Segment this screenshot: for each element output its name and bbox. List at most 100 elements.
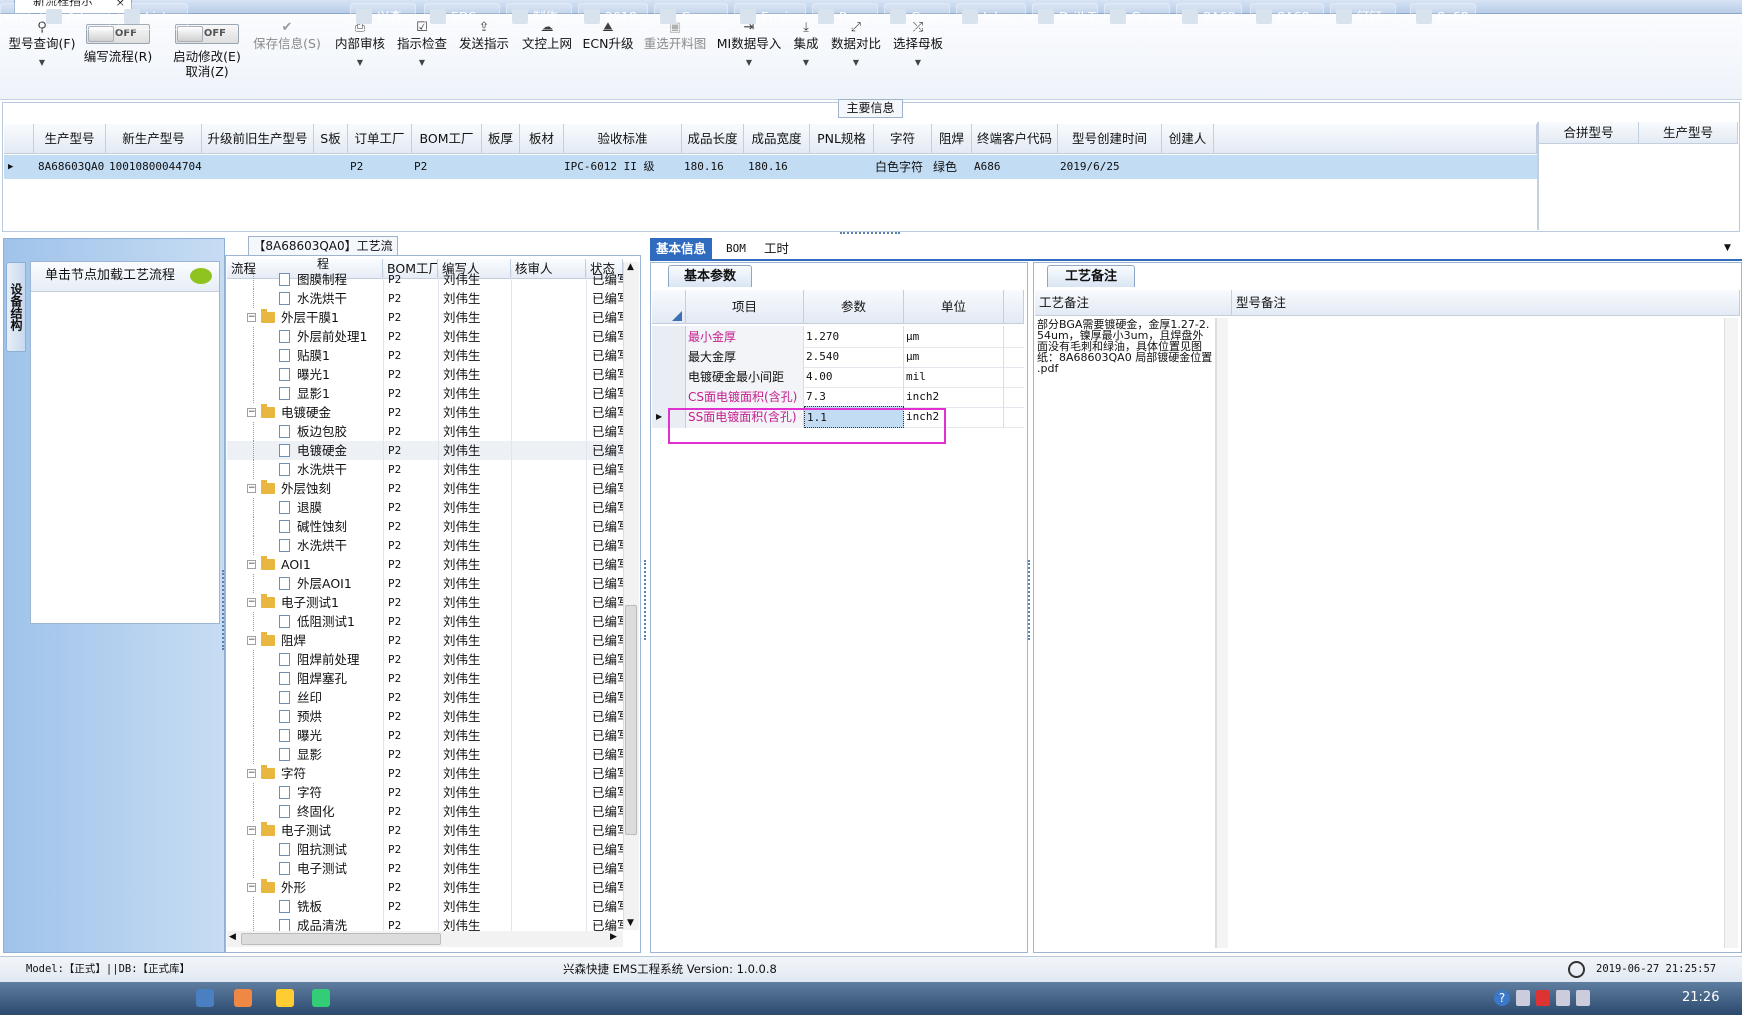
col-header[interactable]: 升级前旧生产型号 — [202, 124, 314, 154]
tree-row[interactable]: − 电子测试1 P2 刘伟生 已编写 — [227, 593, 623, 612]
scroll-left-icon[interactable]: ◀ — [229, 932, 236, 942]
tree-row[interactable]: 外层前处理1 P2 刘伟生 已编写 — [227, 327, 623, 346]
param-value[interactable]: 4.00 — [804, 366, 904, 388]
taskbar-button[interactable]: Drill T... — [1032, 3, 1098, 30]
taskbar-button[interactable]: 2018... — [578, 3, 648, 30]
col-header[interactable]: 验收标准 — [564, 124, 682, 154]
row-header[interactable] — [652, 366, 686, 388]
chevron-down-icon[interactable]: ▼ — [4, 55, 80, 70]
tree-row[interactable]: 丝印 P2 刘伟生 已编写 — [227, 688, 623, 707]
save-info-button[interactable]: ✔ 保存信息(S) — [252, 18, 322, 51]
tree-row[interactable]: 板边包胶 P2 刘伟生 已编写 — [227, 422, 623, 441]
tab-equipment-structure[interactable]: 设备结构 — [6, 262, 26, 352]
collapse-icon[interactable]: − — [247, 769, 256, 778]
collapse-icon[interactable]: − — [247, 636, 256, 645]
tree-row[interactable]: 电镀硬金 P2 刘伟生 已编写 — [227, 441, 623, 460]
tree-row[interactable]: 水洗烘干 P2 刘伟生 已编写 — [227, 460, 623, 479]
vertical-scrollbar[interactable] — [1724, 318, 1738, 948]
tree-row[interactable]: 显影1 P2 刘伟生 已编写 — [227, 384, 623, 403]
tree-row[interactable]: − 外形 P2 刘伟生 已编写 — [227, 878, 623, 897]
quick-launch-icon[interactable] — [276, 989, 294, 1007]
chevron-down-icon[interactable]: ▼ — [828, 55, 884, 70]
tray-icon[interactable] — [1536, 990, 1550, 1006]
scroll-down-icon[interactable]: ▼ — [627, 918, 634, 928]
taskbar-button[interactable]: 8a68... — [1410, 3, 1476, 30]
col-header[interactable]: 板厚 — [482, 124, 520, 154]
tree-row[interactable]: 终固化 P2 刘伟生 已编写 — [227, 802, 623, 821]
taskbar-button[interactable]: Engin... — [734, 3, 806, 30]
taskbar-button[interactable]: 8A68... — [1176, 3, 1242, 30]
scroll-right-icon[interactable]: ▶ — [610, 932, 617, 942]
col-header[interactable]: 成品长度 — [682, 124, 744, 154]
chevron-down-icon[interactable]: ▼ — [788, 55, 824, 70]
col-header[interactable]: 字符 — [874, 124, 932, 154]
tree-row[interactable]: 退膜 P2 刘伟生 已编写 — [227, 498, 623, 517]
tree-row[interactable]: − 电子测试 P2 刘伟生 已编写 — [227, 821, 623, 840]
tree-row[interactable]: − 外层干膜1 P2 刘伟生 已编写 — [227, 308, 623, 327]
col-header[interactable]: 型号备注 — [1232, 290, 1740, 316]
network-icon[interactable] — [1556, 990, 1570, 1006]
tree-row[interactable]: 阻焊塞孔 P2 刘伟生 已编写 — [227, 669, 623, 688]
col-header[interactable]: 参数 — [804, 290, 904, 324]
cancel-label[interactable]: 取消(Z) — [166, 64, 248, 79]
col-header[interactable]: 工艺备注 — [1035, 290, 1232, 316]
collapse-icon[interactable]: − — [247, 484, 256, 493]
craft-note-text[interactable]: 部分BGA需要镀硬金，金厚1.27-2.54um，镍厚最小3um，且焊盘外面没有… — [1036, 318, 1216, 948]
col-header[interactable]: 创建人 — [1162, 124, 1214, 154]
col-header[interactable]: 阻焊 — [932, 124, 972, 154]
start-modify-toggle[interactable]: OFF 启动修改(E) 取消(Z) — [166, 24, 248, 79]
tree-row[interactable]: 铣板 P2 刘伟生 已编写 — [227, 897, 623, 916]
taskbar-button[interactable]: 8A68... — [1250, 3, 1324, 30]
tab-craft-notes[interactable]: 工艺备注 — [1047, 265, 1135, 287]
chevron-down-icon[interactable]: ▼ — [332, 55, 388, 70]
col-header[interactable]: PNL规格 — [810, 124, 874, 154]
col-header[interactable]: 生产型号 — [34, 124, 106, 154]
param-value[interactable]: 7.3 — [804, 386, 904, 408]
tab-basic-params[interactable]: 基本参数 — [668, 265, 752, 287]
tree-row[interactable]: 图膜制程P2刘伟生已编写 — [227, 270, 623, 289]
tree-row[interactable]: 水洗烘干 P2 刘伟生 已编写 — [227, 289, 623, 308]
taskbar-clock[interactable]: 21:26 — [1682, 990, 1719, 1005]
tree-row[interactable]: 字符 P2 刘伟生 已编写 — [227, 783, 623, 802]
tab-basic-info[interactable]: 基本信息 — [650, 238, 713, 261]
taskbar-button[interactable]: Grap... — [1104, 3, 1170, 30]
col-header[interactable]: 单位 — [904, 290, 1004, 324]
col-header[interactable]: S板 — [314, 124, 348, 154]
col-header[interactable]: 订单工厂 — [348, 124, 412, 154]
col-header[interactable]: 板材 — [520, 124, 564, 154]
row-header[interactable] — [652, 326, 686, 348]
quick-launch-icon[interactable] — [312, 989, 330, 1007]
col-header[interactable]: 新生产型号 — [106, 124, 202, 154]
tree-row[interactable]: 电子测试 P2 刘伟生 已编写 — [227, 859, 623, 878]
col-header[interactable]: 终端客户代码 — [972, 124, 1058, 154]
tree-row[interactable]: 阻焊前处理 P2 刘伟生 已编写 — [227, 650, 623, 669]
tree-row[interactable]: 碱性蚀刻 P2 刘伟生 已编写 — [227, 517, 623, 536]
taskbar-button[interactable]: Lister... — [118, 3, 188, 30]
chevron-down-icon[interactable]: ▼ — [890, 55, 946, 70]
taskbar-button[interactable]: Admi... — [40, 3, 110, 30]
tree-row[interactable]: − AOI1 P2 刘伟生 已编写 — [227, 555, 623, 574]
param-row[interactable]: 电镀硬金最小间距 4.00 mil — [652, 366, 1024, 388]
tree-row[interactable]: 预烘 P2 刘伟生 已编写 — [227, 707, 623, 726]
row-header[interactable] — [652, 346, 686, 368]
param-row[interactable]: CS面电镀面积(含孔) 7.3 inch2 — [652, 386, 1024, 408]
quick-launch-icon[interactable] — [234, 989, 252, 1007]
taskbar-button[interactable]: xm... — [0, 3, 30, 30]
taskbar-button[interactable]: Job ... — [956, 3, 1026, 30]
collapse-icon[interactable]: − — [247, 560, 256, 569]
collapse-icon[interactable]: − — [247, 598, 256, 607]
collapse-icon[interactable]: − — [247, 826, 256, 835]
quick-launch-icon[interactable] — [196, 989, 214, 1007]
tree-row[interactable]: − 字符 P2 刘伟生 已编写 — [227, 764, 623, 783]
taskbar-button[interactable]: 制作... — [506, 3, 572, 30]
col-header[interactable]: BOM工厂 — [412, 124, 482, 154]
splitter-handle[interactable] — [644, 560, 649, 640]
taskbar-button[interactable]: 兴森... — [350, 3, 416, 30]
write-flow-toggle[interactable]: OFF 编写流程(R) — [82, 24, 154, 64]
param-row[interactable]: 最小金厚 1.270 μm — [652, 326, 1024, 348]
tree-row[interactable]: 阻抗测试 P2 刘伟生 已编写 — [227, 840, 623, 859]
tab-bom[interactable]: BOM — [720, 238, 752, 261]
tree-row[interactable]: − 外层蚀刻 P2 刘伟生 已编写 — [227, 479, 623, 498]
tree-row[interactable]: 外层AOI1 P2 刘伟生 已编写 — [227, 574, 623, 593]
col-header[interactable]: 成品宽度 — [744, 124, 810, 154]
